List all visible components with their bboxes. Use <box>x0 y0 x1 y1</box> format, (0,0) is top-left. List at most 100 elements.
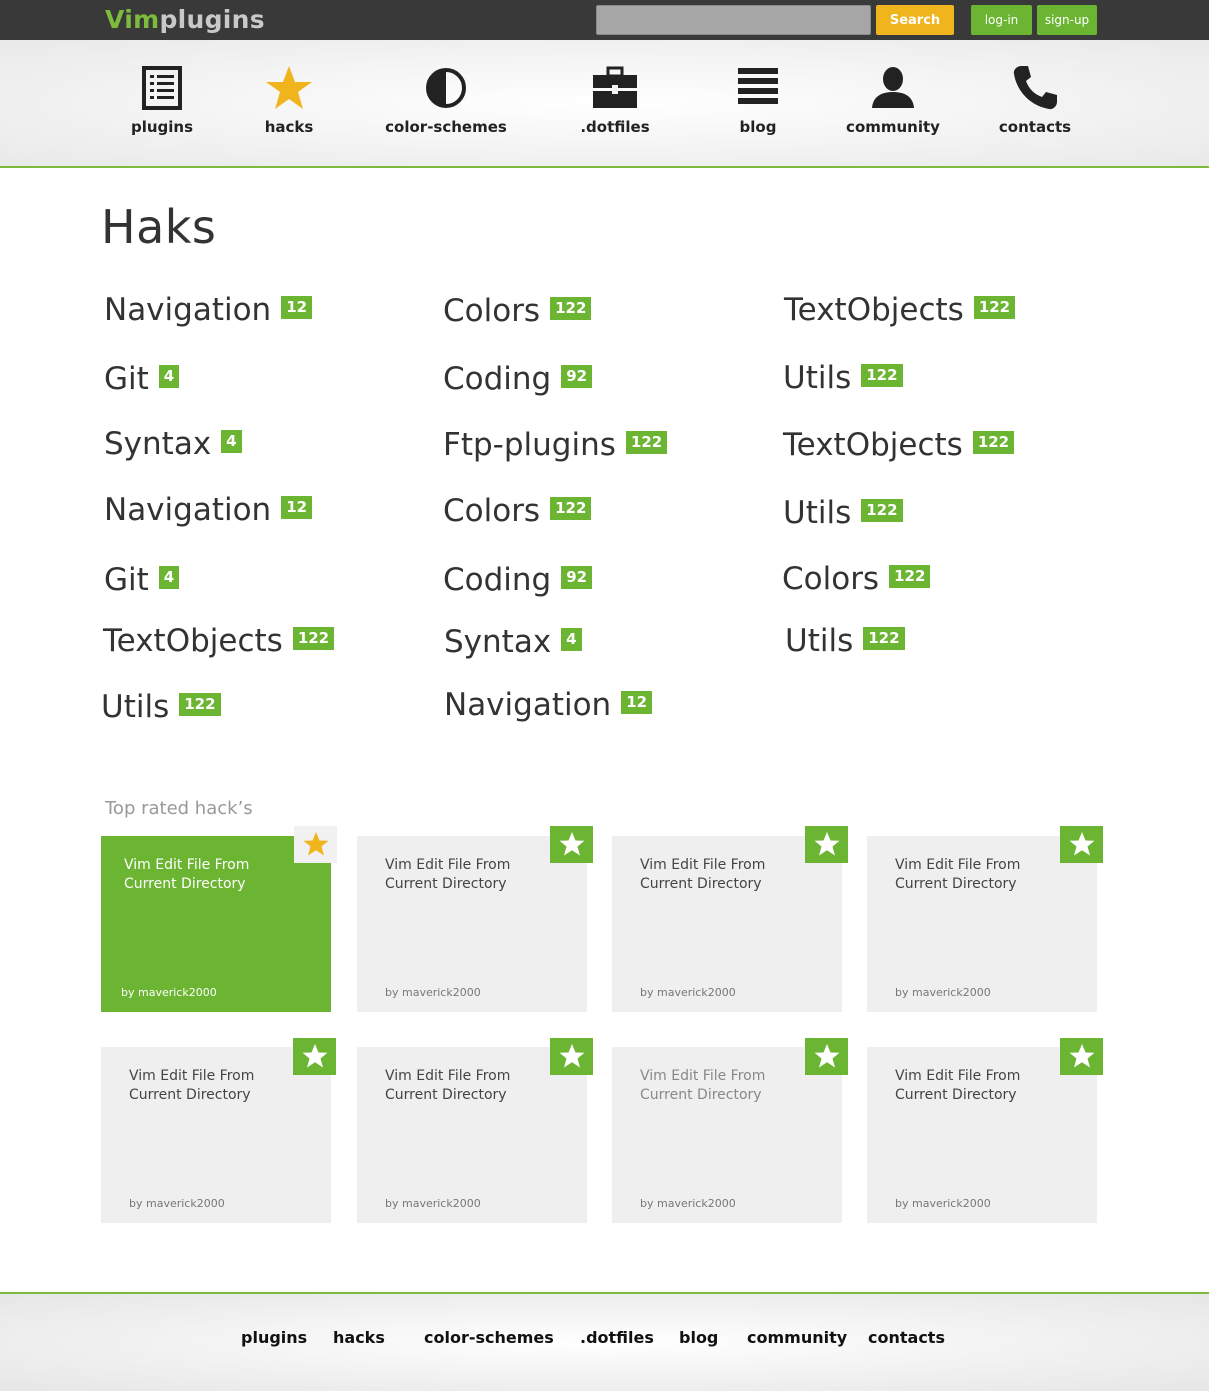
star-icon <box>302 1044 328 1068</box>
category-name: Navigation <box>444 687 612 723</box>
nav-item-dotfiles[interactable]: .dotfiles <box>545 40 685 166</box>
category-link[interactable]: Colors 122 <box>443 491 592 531</box>
category-link[interactable]: Ftp-plugins 122 <box>443 425 668 465</box>
star-icon <box>814 1044 840 1068</box>
category-name: Utils <box>783 495 852 531</box>
favorite-toggle[interactable] <box>1060 1038 1103 1075</box>
search-button[interactable]: Search <box>876 5 954 35</box>
footer-link-hacks[interactable]: hacks <box>333 1328 385 1347</box>
footer-link-color-schemes[interactable]: color-schemes <box>424 1328 554 1347</box>
nav-label: contacts <box>998 118 1072 136</box>
footer-link-plugins[interactable]: plugins <box>241 1328 307 1347</box>
nav-label: plugins <box>130 118 194 136</box>
category-name: Colors <box>443 493 541 529</box>
page-title: Haks <box>101 200 217 254</box>
category-link[interactable]: TextObjects 122 <box>103 621 335 661</box>
category-name: Coding <box>443 562 552 598</box>
login-button[interactable]: log-in <box>971 5 1032 35</box>
card-author: by maverick2000 <box>640 1197 736 1210</box>
site-logo[interactable]: Vimplugins <box>105 4 265 36</box>
briefcase-icon <box>593 66 637 108</box>
category-link[interactable]: Utils 122 <box>101 687 221 727</box>
count-badge: 12 <box>621 691 653 714</box>
favorite-toggle[interactable] <box>1060 826 1103 863</box>
contrast-icon <box>426 68 466 108</box>
category-link[interactable]: Coding 92 <box>443 560 593 600</box>
count-badge: 12 <box>281 496 313 519</box>
category-link[interactable]: Utils 122 <box>785 621 905 661</box>
main-nav: plugins hacks color-schemes .dotfiles bl… <box>0 40 1209 168</box>
category-link[interactable]: Syntax 4 <box>444 622 582 662</box>
favorite-toggle[interactable] <box>550 1038 593 1075</box>
card-title: Vim Edit File From Current Directory <box>129 1068 255 1103</box>
count-badge: 122 <box>625 431 668 454</box>
count-badge: 4 <box>158 566 180 589</box>
star-icon <box>559 1044 585 1068</box>
footer-link-contacts[interactable]: contacts <box>868 1328 945 1347</box>
favorite-toggle[interactable] <box>805 1038 848 1075</box>
nav-item-blog[interactable]: blog <box>688 40 828 166</box>
category-link[interactable]: Colors 122 <box>782 559 931 599</box>
nav-item-community[interactable]: community <box>823 40 963 166</box>
star-icon <box>303 832 329 856</box>
category-link[interactable]: Git 4 <box>104 359 180 399</box>
favorite-toggle[interactable] <box>550 826 593 863</box>
category-link[interactable]: Navigation 12 <box>104 290 313 330</box>
count-badge: 122 <box>889 565 931 588</box>
count-badge: 92 <box>561 566 593 589</box>
favorite-toggle[interactable] <box>293 1038 336 1075</box>
card-title: Vim Edit File From Current Directory <box>895 857 1021 892</box>
category-link[interactable]: Utils 122 <box>783 493 903 533</box>
count-badge: 122 <box>973 296 1016 319</box>
count-badge: 4 <box>561 628 582 651</box>
category-link[interactable]: Git 4 <box>104 560 180 600</box>
search-input[interactable] <box>596 5 871 35</box>
category-link[interactable]: TextObjects 122 <box>783 425 1015 465</box>
nav-item-hacks[interactable]: hacks <box>219 40 359 166</box>
phone-icon <box>1013 66 1057 110</box>
count-badge: 122 <box>861 364 903 387</box>
star-icon <box>266 66 312 109</box>
category-name: Git <box>104 361 149 397</box>
category-name: Navigation <box>104 492 272 528</box>
category-link[interactable]: Colors 122 <box>443 291 592 331</box>
card-title: Vim Edit File From Current Directory <box>640 857 766 892</box>
category-name: Colors <box>782 561 880 597</box>
category-link[interactable]: Coding 92 <box>443 359 593 399</box>
favorite-toggle[interactable] <box>294 826 337 863</box>
footer-nav: plugins hacks color-schemes .dotfiles bl… <box>0 1292 1209 1391</box>
list-icon <box>142 66 182 110</box>
nav-item-color-schemes[interactable]: color-schemes <box>376 40 516 166</box>
category-name: Syntax <box>104 426 212 462</box>
signup-button[interactable]: sign-up <box>1037 5 1097 35</box>
favorite-toggle[interactable] <box>805 826 848 863</box>
nav-item-contacts[interactable]: contacts <box>965 40 1105 166</box>
nav-item-plugins[interactable]: plugins <box>92 40 232 166</box>
count-badge: 122 <box>972 431 1015 454</box>
category-link[interactable]: Navigation 12 <box>444 685 653 725</box>
category-link[interactable]: TextObjects 122 <box>784 290 1016 330</box>
category-name: Utils <box>785 623 854 659</box>
card-title: Vim Edit File From Current Directory <box>385 1068 511 1103</box>
category-name: Colors <box>443 293 541 329</box>
category-link[interactable]: Utils 122 <box>783 358 903 398</box>
category-name: Utils <box>101 689 170 725</box>
top-rated-title: Top rated hack’s <box>105 798 253 819</box>
card-author: by maverick2000 <box>895 986 991 999</box>
category-name: Utils <box>783 360 852 396</box>
category-name: TextObjects <box>783 427 963 463</box>
category-name: Syntax <box>444 624 552 660</box>
nav-label: community <box>846 118 940 136</box>
card-title: Vim Edit File From Current Directory <box>895 1068 1021 1103</box>
footer-link-dotfiles[interactable]: .dotfiles <box>580 1328 654 1347</box>
category-link[interactable]: Syntax 4 <box>104 424 242 464</box>
nav-label: color-schemes <box>385 118 507 136</box>
nav-label: blog <box>739 118 777 136</box>
category-link[interactable]: Navigation 12 <box>104 490 313 530</box>
count-badge: 122 <box>550 497 592 520</box>
footer-link-blog[interactable]: blog <box>679 1328 718 1347</box>
category-name: Git <box>104 562 149 598</box>
count-badge: 92 <box>561 365 593 388</box>
card-author: by maverick2000 <box>385 1197 481 1210</box>
footer-link-community[interactable]: community <box>747 1328 847 1347</box>
